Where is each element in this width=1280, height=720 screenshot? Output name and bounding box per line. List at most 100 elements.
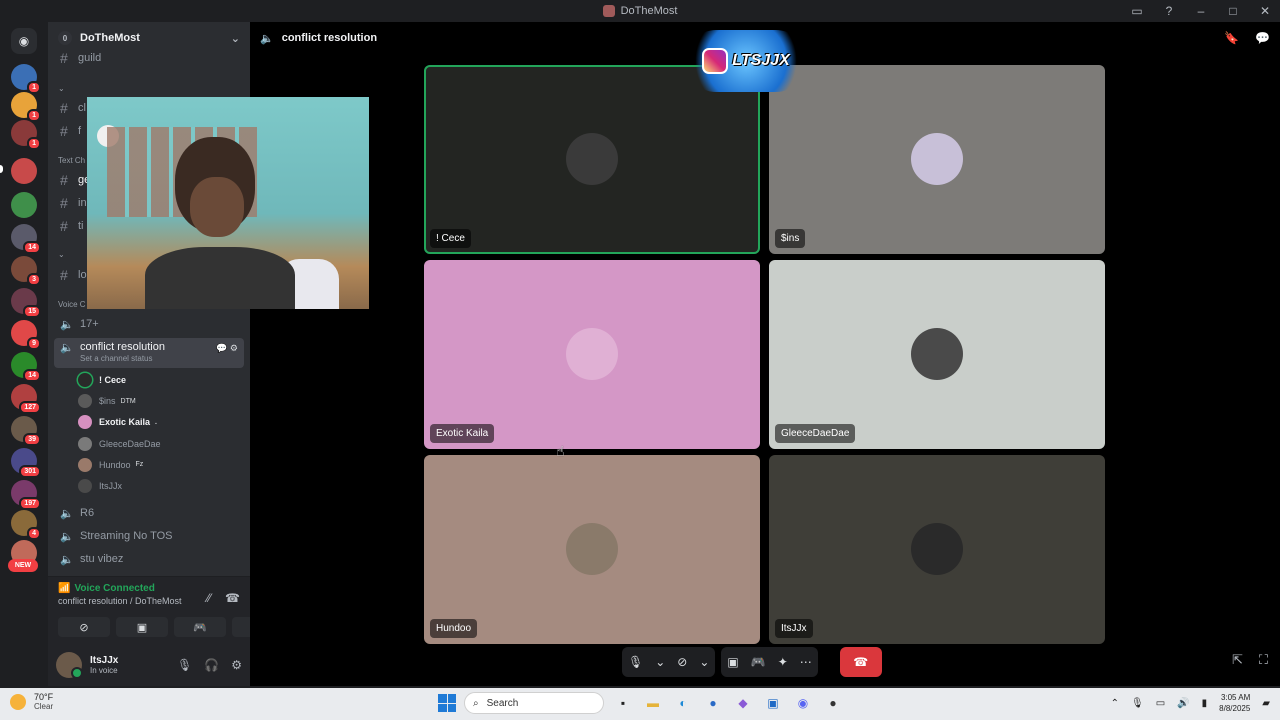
voice-user-name: ! Cece: [99, 375, 127, 385]
chevron-up-icon[interactable]: ⌃: [1111, 698, 1119, 709]
bookmark-icon[interactable]: 🔖: [1224, 31, 1239, 45]
avatar: [78, 457, 92, 472]
avatar: [911, 523, 963, 575]
file-explorer-icon[interactable]: ▬: [642, 692, 664, 714]
voice-user[interactable]: GleeceDaeDae: [78, 435, 161, 453]
fullscreen-icon[interactable]: ⛶: [1259, 652, 1268, 668]
app-icon-dark[interactable]: ●: [822, 692, 844, 714]
server-icon[interactable]: 197: [11, 480, 41, 510]
maximize-button[interactable]: □: [1226, 4, 1240, 18]
server-icon[interactable]: 1: [11, 92, 41, 122]
chat-icon[interactable]: 💬 ⚙: [216, 343, 238, 354]
server-icon[interactable]: 4: [11, 510, 41, 540]
camera-off-button[interactable]: ⊘: [58, 617, 110, 637]
channel-label: R6: [80, 507, 95, 519]
weather-widget[interactable]: 70°F Clear: [10, 692, 53, 711]
volume-icon[interactable]: 🔊: [1177, 698, 1189, 709]
voice-user[interactable]: Hundoo Fz: [78, 456, 143, 474]
notification-icon[interactable]: ▰: [1262, 698, 1270, 709]
category-collapsed[interactable]: ⌄: [58, 84, 65, 93]
discord-icon[interactable]: ◉: [792, 692, 814, 714]
category-text[interactable]: Text Ch: [58, 156, 85, 165]
taskbar-clock[interactable]: 3:05 AM 8/8/2025: [1219, 692, 1250, 714]
store-icon[interactable]: ▣: [762, 692, 784, 714]
channel-status[interactable]: Set a channel status: [80, 354, 153, 363]
server-icon[interactable]: 14: [11, 224, 41, 254]
chat-bubble-icon[interactable]: 💬: [1255, 31, 1270, 45]
soundboard-icon[interactable]: ✦: [778, 655, 788, 669]
participant-tile[interactable]: GleeceDaeDae: [769, 260, 1105, 449]
participant-tile[interactable]: ! Cece: [424, 65, 760, 254]
end-call-button[interactable]: ☎: [839, 647, 882, 677]
category-collapsed-2[interactable]: ⌄: [58, 250, 65, 259]
app-icon-purple[interactable]: ◆: [732, 692, 754, 714]
chevron-down-icon[interactable]: ⌄: [655, 655, 665, 669]
screen-share-button[interactable]: ▣: [116, 617, 168, 637]
voice-user-name: $ins: [99, 396, 116, 407]
network-icon[interactable]: ▭: [1156, 698, 1165, 709]
microphone-icon[interactable]: 🎙: [1131, 698, 1144, 709]
battery-icon[interactable]: ▮: [1202, 698, 1208, 709]
close-button[interactable]: ✕: [1258, 4, 1272, 18]
voice-user[interactable]: ItsJJx: [78, 477, 122, 495]
activity-button[interactable]: 🎮: [174, 617, 226, 637]
participant-tile[interactable]: $ins: [769, 65, 1105, 254]
noise-suppression-icon[interactable]: ⁄⁄: [207, 591, 211, 605]
voice-channel-17plus[interactable]: 🔈 17+: [54, 314, 244, 334]
participant-name: GleeceDaeDae: [775, 424, 856, 443]
disconnect-icon[interactable]: ☎: [225, 591, 240, 605]
speaker-icon: 🔈: [60, 342, 74, 354]
server-icon[interactable]: [11, 158, 37, 184]
voice-user[interactable]: ! Cece: [78, 371, 126, 389]
chevron-down-icon[interactable]: ⌄: [699, 655, 709, 669]
microphone-icon[interactable]: 🎙: [628, 655, 643, 669]
server-icon[interactable]: 15: [11, 288, 41, 318]
gamepad-icon[interactable]: 🎮: [751, 655, 766, 669]
search-box[interactable]: ⌕ Search: [464, 692, 604, 714]
server-icon[interactable]: 14: [11, 352, 41, 382]
participant-tile[interactable]: Exotic Kaila: [424, 260, 760, 449]
server-icon[interactable]: 39: [11, 416, 41, 446]
headphones-icon[interactable]: 🎧: [204, 658, 219, 672]
discord-home-icon[interactable]: ◉: [11, 28, 37, 54]
mention-badge: 14: [23, 241, 41, 254]
voice-channel-conflict-resolution[interactable]: 🔈 conflict resolution Set a channel stat…: [54, 338, 244, 368]
server-icon[interactable]: [11, 192, 37, 218]
minimize-button[interactable]: –: [1194, 4, 1208, 18]
hash-icon: #: [60, 100, 68, 116]
voice-channel-stu-vibez[interactable]: 🔈 stu vibez: [54, 549, 244, 569]
user-panel: ItsJJx In voice 🎙 🎧 ⚙: [48, 644, 250, 686]
app-icon-blue[interactable]: ●: [702, 692, 724, 714]
settings-gear-icon[interactable]: ⚙: [231, 658, 242, 672]
microphone-icon[interactable]: 🎙: [177, 658, 192, 672]
server-icon[interactable]: 1: [11, 64, 41, 94]
voice-channel-r6[interactable]: 🔈 R6: [54, 503, 244, 523]
task-view-icon[interactable]: ▪: [612, 692, 634, 714]
camera-off-icon[interactable]: ⊘: [677, 655, 687, 669]
participant-tile[interactable]: ItsJJx: [769, 455, 1105, 644]
server-icon[interactable]: 9: [11, 320, 41, 350]
new-badge: NEW: [8, 559, 38, 572]
voice-user[interactable]: $ins DTM: [78, 392, 136, 410]
help-icon[interactable]: ?: [1162, 4, 1176, 18]
category-voice[interactable]: Voice C: [58, 300, 86, 309]
server-icon[interactable]: 3: [11, 256, 41, 286]
inbox-icon[interactable]: ▭: [1130, 4, 1144, 18]
avatar[interactable]: [56, 652, 83, 679]
participant-tile[interactable]: Hundoo: [424, 455, 760, 644]
start-icon[interactable]: [438, 694, 456, 712]
server-icon[interactable]: 127: [11, 384, 41, 414]
channel-label: in: [78, 197, 87, 209]
screen-share-icon[interactable]: ▣: [727, 655, 738, 669]
channel-guild[interactable]: # guild: [54, 48, 244, 68]
hash-icon: #: [60, 50, 68, 66]
edge-icon[interactable]: ◐: [672, 692, 694, 714]
speaker-icon: 🔈: [260, 32, 274, 45]
more-options-icon[interactable]: ⋯: [800, 655, 812, 669]
voice-user[interactable]: Exotic Kaila.: [78, 413, 157, 431]
popout-icon[interactable]: ⇱: [1232, 652, 1243, 668]
voice-channel-streaming[interactable]: 🔈 Streaming No TOS: [54, 526, 244, 546]
server-icon[interactable]: 1: [11, 120, 41, 150]
server-icon[interactable]: 301: [11, 448, 41, 478]
channel-label: stu vibez: [80, 553, 124, 565]
